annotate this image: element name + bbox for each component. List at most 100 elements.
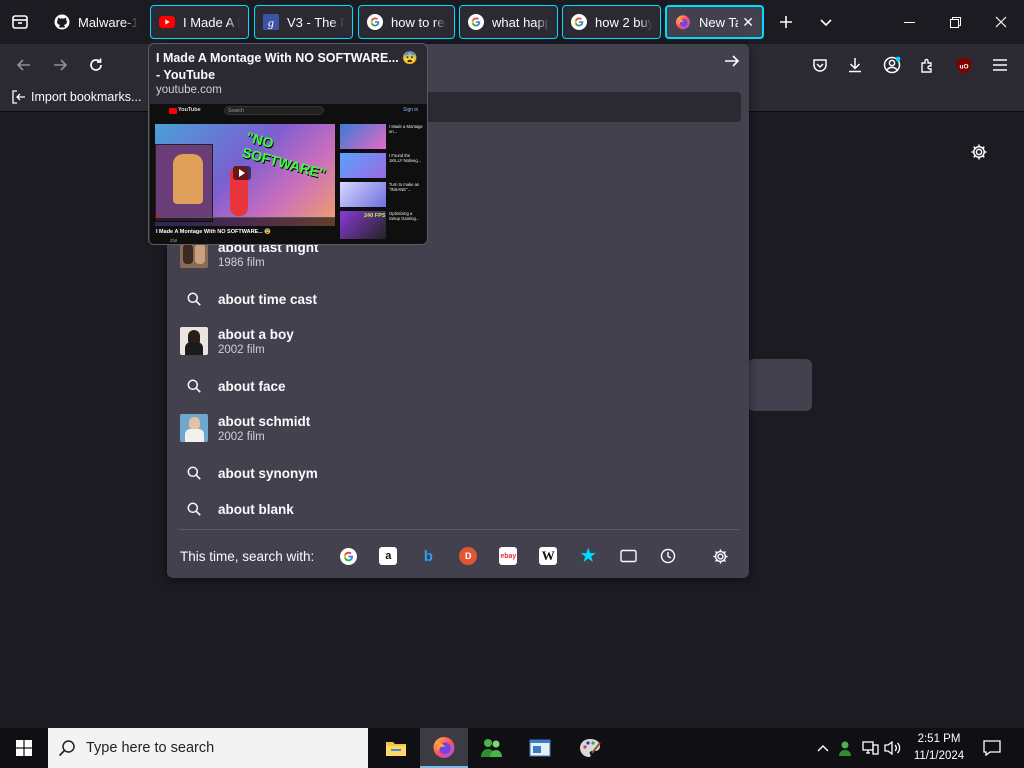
minimize-icon [903, 21, 915, 23]
yt-sign-in: Sign in [403, 107, 419, 113]
forward-button[interactable] [46, 51, 74, 79]
suggestion-row[interactable]: about blank [179, 494, 737, 524]
reload-button[interactable] [82, 51, 110, 79]
arrow-right-icon [725, 55, 740, 67]
suggestion-subtitle: 2002 film [218, 343, 265, 356]
firefox-icon [433, 736, 455, 758]
clock-time: 2:51 PM [917, 733, 961, 745]
go-button[interactable] [723, 52, 741, 70]
firefox-app[interactable] [420, 728, 468, 768]
ublock-button[interactable]: uO [950, 51, 978, 79]
suggestion-row[interactable]: about schmidt 2002 film [179, 413, 737, 443]
application-window-icon [529, 739, 551, 757]
downloads-button[interactable] [841, 51, 869, 79]
search-engine-ebay[interactable]: ebay [488, 542, 528, 570]
personalize-new-tab-button[interactable] [970, 143, 988, 161]
side-video-title: Optimizing a Setup Gaming... [389, 211, 420, 221]
search-engine-amazon[interactable]: a [368, 542, 408, 570]
tab-label: how to rem [391, 14, 446, 30]
search-history-button[interactable] [648, 542, 688, 570]
clock-date: 11/1/2024 [913, 750, 965, 762]
search-engine-bing[interactable]: b [408, 542, 448, 570]
side-video [340, 153, 386, 178]
taskbar-clock[interactable]: 2:51 PM 11/1/2024 [905, 731, 973, 765]
search-bookmarks-button[interactable]: ★ [568, 542, 608, 570]
tab-label: Malware-1/ [78, 14, 138, 30]
preview-title: I Made A Montage With NO SOFTWARE... 😨 -… [156, 51, 418, 82]
suggestion-title: about face [218, 378, 286, 394]
google-icon [367, 14, 383, 30]
search-engine-duckduckgo[interactable]: D [448, 542, 488, 570]
tray-user-app[interactable] [836, 738, 856, 758]
suggestion-row[interactable]: about time cast [179, 284, 737, 314]
yt-video: "NO SOFTWARE" [155, 124, 335, 226]
window-app[interactable] [516, 728, 564, 768]
shortcut-tile[interactable] [748, 359, 812, 411]
network-button[interactable] [860, 738, 880, 758]
minimize-button[interactable] [886, 4, 932, 40]
movie-thumbnail [180, 414, 208, 442]
search-settings-button[interactable] [700, 542, 740, 570]
tab-new-tab[interactable]: New Tab ✕ [665, 5, 764, 39]
tab-close-button[interactable]: ✕ [742, 14, 754, 31]
search-icon [187, 379, 201, 393]
tab-malware[interactable]: Malware-1/ [46, 5, 146, 39]
extensions-button[interactable] [914, 51, 942, 79]
tab-google-3[interactable]: how 2 buy [562, 5, 661, 39]
search-engine-wikipedia[interactable]: W [528, 542, 568, 570]
paint-app[interactable] [566, 728, 614, 768]
search-engine-google[interactable] [328, 542, 368, 570]
play-icon [233, 166, 251, 180]
list-all-tabs-button[interactable] [812, 8, 840, 36]
taskbar-search-placeholder: Type here to search [86, 740, 215, 756]
suggestion-row[interactable]: about synonym [179, 458, 737, 488]
close-window-button[interactable] [978, 4, 1024, 40]
suggestion-row[interactable]: about a boy 2002 film [179, 326, 737, 356]
google-icon [468, 14, 484, 30]
tab-label: what happe [492, 14, 549, 30]
back-button[interactable] [10, 51, 38, 79]
start-button[interactable] [0, 728, 48, 768]
tab-google-1[interactable]: how to rem [358, 5, 455, 39]
firefox-view-button[interactable] [6, 8, 34, 36]
messenger-app[interactable] [468, 728, 516, 768]
account-icon [883, 56, 901, 74]
wikipedia-icon: W [539, 547, 558, 565]
restore-button[interactable] [932, 4, 978, 40]
import-bookmarks-label: Import bookmarks... [31, 90, 142, 104]
chevron-down-icon [820, 19, 832, 27]
taskbar-search-box[interactable]: Type here to search [48, 728, 368, 768]
pocket-icon [813, 59, 827, 72]
divider [179, 529, 739, 530]
speaker-icon [884, 740, 901, 756]
suggestion-row[interactable]: about face [179, 371, 737, 401]
account-button[interactable] [878, 51, 906, 79]
yt-header: YouTube Search Sign in [150, 104, 427, 118]
bing-icon: b [423, 547, 433, 565]
tab-youtube[interactable]: I Made A M [150, 5, 249, 39]
yt-search: Search [224, 106, 324, 115]
tab-v3[interactable]: g V3 - The Fa [254, 5, 353, 39]
tab-google-2[interactable]: what happe [459, 5, 558, 39]
app-menu-button[interactable] [986, 51, 1014, 79]
yt-brand: YouTube [178, 107, 201, 113]
pocket-button[interactable] [806, 51, 834, 79]
search-tabs-button[interactable] [608, 542, 648, 570]
download-icon [849, 58, 861, 73]
v3-site-icon: g [263, 14, 279, 30]
youtube-icon [159, 14, 175, 30]
folder-icon [386, 742, 406, 756]
chevron-up-icon [817, 745, 829, 752]
gear-icon [712, 548, 728, 564]
tab-label: V3 - The Fa [287, 14, 344, 30]
file-explorer-app[interactable] [372, 728, 420, 768]
notifications-button[interactable] [982, 738, 1002, 758]
yt-sidebar: I Made a Montage on... I Found the 1KILL… [340, 124, 424, 242]
suggestion-title: about a boy [218, 326, 294, 342]
plus-icon [780, 16, 792, 28]
volume-button[interactable] [883, 738, 903, 758]
show-hidden-icons-button[interactable] [813, 738, 833, 758]
side-video [340, 124, 386, 149]
new-tab-button[interactable] [772, 8, 800, 36]
import-bookmarks-button[interactable]: Import bookmarks... [12, 90, 141, 104]
